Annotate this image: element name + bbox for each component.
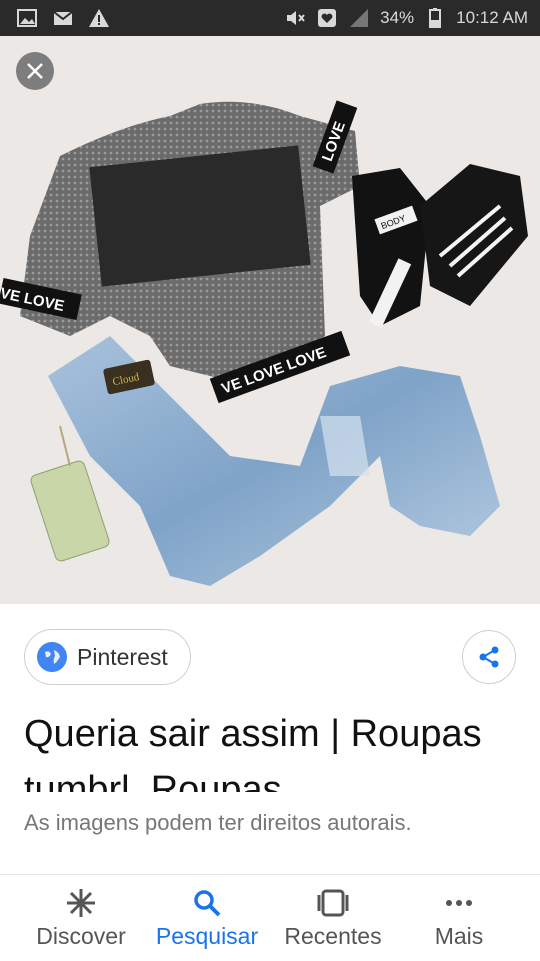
warning-icon <box>89 9 109 27</box>
more-dots-icon <box>446 900 472 906</box>
battery-percent: 34% <box>380 8 415 27</box>
nav-discover[interactable]: Discover <box>28 875 134 961</box>
nav-search[interactable]: Pesquisar <box>150 875 264 961</box>
mute-icon <box>287 11 305 25</box>
share-button[interactable] <box>462 630 516 684</box>
source-link[interactable]: Pinterest <box>24 629 191 685</box>
asterisk-icon <box>67 889 95 917</box>
close-icon <box>27 63 43 79</box>
copyright-notice: As imagens podem ter direitos autorais. <box>24 810 412 835</box>
heart-app-icon <box>318 9 337 27</box>
nav-label: Discover <box>36 923 126 949</box>
mail-icon <box>53 11 73 25</box>
outfit-photo: Cloud LOVE VE LOVE VE LOVE LOVE BODY <box>0 36 540 604</box>
bottom-nav: Discover Pesquisar Recentes Mais <box>0 874 540 961</box>
nav-label: Mais <box>434 923 484 949</box>
result-image[interactable]: Cloud LOVE VE LOVE VE LOVE LOVE BODY <box>0 36 540 604</box>
status-bar: 34% 10:12 AM <box>0 0 540 36</box>
nav-label: Pesquisar <box>155 923 259 949</box>
nav-label: Recentes <box>284 923 382 949</box>
nav-recents[interactable]: Recentes <box>278 875 388 961</box>
result-title[interactable]: Queria sair assim | Roupas tumbrl, Roupa… <box>24 706 524 792</box>
search-icon <box>194 890 221 917</box>
share-icon <box>479 646 499 668</box>
close-button[interactable] <box>16 52 54 90</box>
nav-more[interactable]: Mais <box>422 875 496 961</box>
globe-icon <box>37 642 67 672</box>
battery-icon <box>429 8 442 28</box>
clock: 10:12 AM <box>456 8 528 27</box>
signal-icon <box>350 9 369 27</box>
source-name: Pinterest <box>77 643 168 670</box>
recents-icon <box>317 889 349 917</box>
gallery-icon <box>17 9 37 27</box>
